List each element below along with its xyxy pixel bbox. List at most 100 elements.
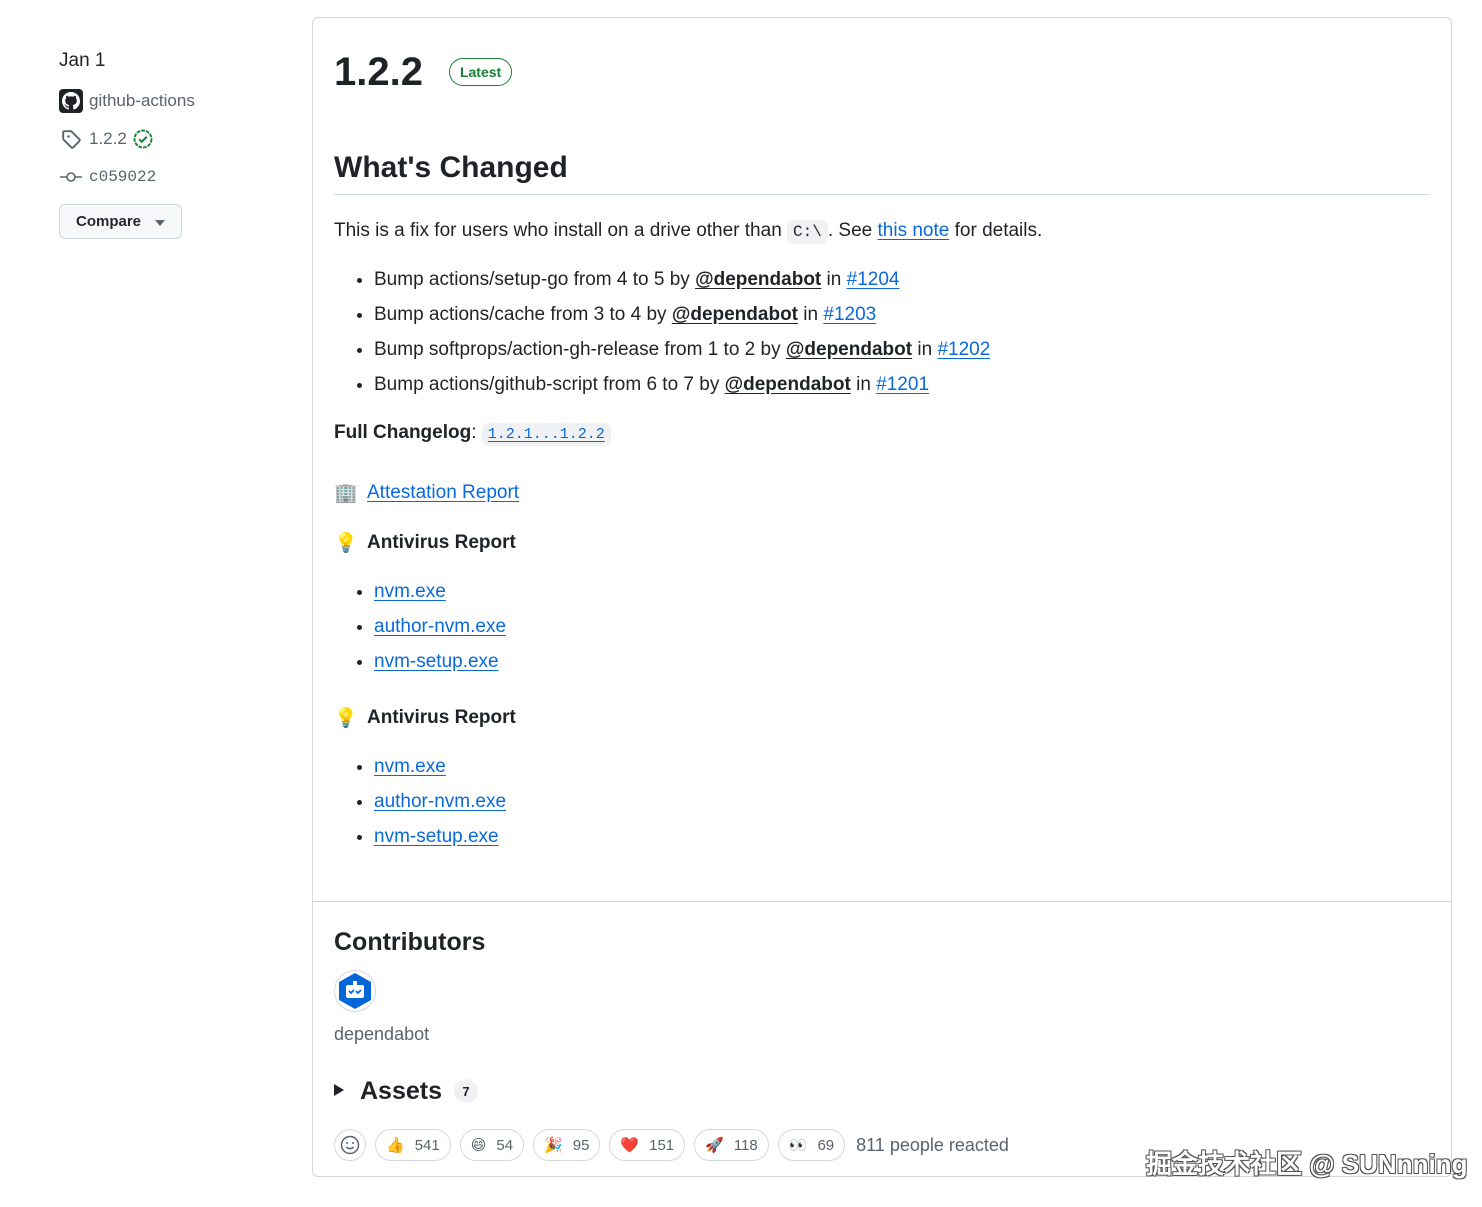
dependabot-icon: [339, 973, 371, 1009]
release-card: 1.2.2 Latest What's Changed This is a fi…: [312, 17, 1452, 1177]
in-text: in: [912, 339, 938, 360]
changelog-label: Full Changelog: [334, 422, 472, 443]
compare-label: Compare: [76, 213, 142, 230]
release-body: 1.2.2 Latest What's Changed This is a fi…: [313, 18, 1451, 902]
compare-button[interactable]: Compare: [59, 204, 183, 239]
assets-count-badge: 7: [454, 1079, 478, 1103]
tag-icon: [59, 127, 83, 151]
release-footer: Contributors dependabot Assets 7 👍541 �: [313, 902, 1451, 1162]
reaction-rocket[interactable]: 🚀 118: [694, 1129, 769, 1161]
user-link[interactable]: @dependabot: [695, 269, 821, 290]
attestation-line: 🏢 Attestation Report: [334, 478, 1430, 508]
pr-link[interactable]: #1203: [823, 304, 876, 325]
release-title[interactable]: 1.2.2: [334, 50, 423, 95]
reaction-count: 95: [572, 1136, 590, 1154]
release-header: 1.2.2 Latest: [334, 44, 1430, 100]
reaction-eyes[interactable]: 👀 69: [777, 1129, 846, 1161]
contributor-name[interactable]: dependabot: [334, 1022, 1430, 1046]
release-date: Jan 1: [59, 50, 106, 71]
release-sidebar: Jan 1 github-actions 1.2.2 c059022 Compa…: [59, 48, 289, 239]
in-text: in: [821, 269, 847, 290]
reaction-count: 54: [496, 1136, 514, 1154]
contributors-heading: Contributors: [334, 928, 486, 956]
list-item: nvm-setup.exe: [374, 823, 1430, 858]
laugh-icon: 😄: [470, 1137, 487, 1154]
pr-link[interactable]: #1202: [937, 339, 990, 360]
file-link[interactable]: author-nvm.exe: [374, 616, 506, 637]
add-reaction-button[interactable]: [334, 1129, 366, 1161]
this-note-link[interactable]: this note: [878, 220, 950, 241]
party-popper-icon: 🎉: [544, 1137, 563, 1154]
list-item: Bump actions/github-script from 6 to 7 b…: [374, 371, 1430, 406]
antivirus-label: Antivirus Report: [367, 532, 516, 553]
reaction-count: 151: [649, 1136, 675, 1154]
user-link[interactable]: @dependabot: [725, 374, 851, 395]
list-item: author-nvm.exe: [374, 788, 1430, 823]
antivirus-heading: 💡 Antivirus Report: [334, 703, 1430, 733]
file-link[interactable]: nvm-setup.exe: [374, 826, 499, 847]
list-item: nvm.exe: [374, 753, 1430, 788]
triangle-right-icon: [334, 1083, 344, 1099]
assets-toggle[interactable]: Assets 7: [334, 1074, 1430, 1108]
user-link[interactable]: @dependabot: [786, 339, 912, 360]
list-item: Bump actions/setup-go from 4 to 5 by @de…: [374, 266, 1430, 301]
reaction-heart[interactable]: ❤️ 151: [609, 1129, 686, 1161]
list-item: nvm-setup.exe: [374, 648, 1430, 683]
antivirus-file-list: nvm.exe author-nvm.exe nvm-setup.exe: [334, 753, 1430, 858]
antivirus-label: Antivirus Report: [367, 707, 516, 728]
list-item: nvm.exe: [374, 578, 1430, 613]
changelog-separator: :: [471, 422, 482, 443]
in-text: in: [798, 304, 824, 325]
author-name: github-actions: [89, 91, 195, 110]
thumbs-up-icon: 👍: [386, 1137, 405, 1154]
file-link[interactable]: nvm-setup.exe: [374, 651, 499, 672]
commit-row[interactable]: c059022: [59, 164, 289, 190]
author-row[interactable]: github-actions: [59, 88, 289, 114]
verified-check-icon: [131, 127, 155, 151]
reactions-summary[interactable]: 811 people reacted: [856, 1135, 1009, 1156]
reaction-hooray[interactable]: 🎉 95: [533, 1129, 601, 1161]
tag-row[interactable]: 1.2.2: [59, 126, 289, 152]
reaction-count: 541: [414, 1136, 440, 1154]
file-link[interactable]: nvm.exe: [374, 581, 446, 602]
intro-text: . See: [827, 220, 878, 241]
rocket-icon: 🚀: [705, 1137, 724, 1154]
office-building-icon: 🏢: [334, 483, 358, 504]
pr-link[interactable]: #1201: [876, 374, 929, 395]
light-bulb-icon: 💡: [334, 533, 358, 554]
user-link[interactable]: @dependabot: [672, 304, 798, 325]
heart-icon: ❤️: [620, 1137, 640, 1154]
reaction-count: 69: [817, 1136, 835, 1154]
pr-link[interactable]: #1204: [847, 269, 900, 290]
latest-badge: Latest: [448, 58, 513, 86]
reaction-laugh[interactable]: 😄 54: [459, 1129, 525, 1161]
tag-name: 1.2.2: [89, 129, 127, 148]
caret-down-icon: [155, 213, 166, 230]
in-text: in: [850, 374, 877, 395]
github-avatar-icon: [59, 89, 83, 113]
list-item: Bump actions/cache from 3 to 4 by @depen…: [374, 301, 1430, 336]
list-item: author-nvm.exe: [374, 613, 1430, 648]
dependabot-avatar[interactable]: [334, 970, 376, 1012]
commit-icon: [59, 165, 83, 189]
change-text: Bump actions/github-script from 6 to 7 b…: [374, 374, 725, 395]
antivirus-heading: 💡 Antivirus Report: [334, 528, 1430, 558]
intro-paragraph: This is a fix for users who install on a…: [334, 217, 1430, 246]
eyes-icon: 👀: [788, 1137, 808, 1154]
change-text: Bump actions/setup-go from 4 to 5 by: [374, 269, 696, 290]
changelog-link[interactable]: 1.2.1...1.2.2: [481, 422, 611, 446]
drive-code: C:\: [787, 220, 828, 244]
list-item: Bump softprops/action-gh-release from 1 …: [374, 336, 1430, 371]
file-link[interactable]: nvm.exe: [374, 756, 446, 777]
intro-text: This is a fix for users who install on a…: [334, 220, 788, 241]
watermark: 掘金技术社区 @ SUNnning: [1146, 1149, 1468, 1179]
assets-label: Assets: [360, 1076, 442, 1105]
attestation-report-link[interactable]: Attestation Report: [367, 482, 519, 504]
whats-changed-heading: What's Changed: [334, 150, 1430, 195]
reaction-thumbs-up[interactable]: 👍 541: [375, 1129, 451, 1161]
changes-list: Bump actions/setup-go from 4 to 5 by @de…: [334, 266, 1430, 406]
file-link[interactable]: author-nvm.exe: [374, 791, 506, 812]
intro-text: for details.: [949, 220, 1043, 241]
changelog-range: 1.2.1...1.2.2: [481, 423, 611, 446]
full-changelog: Full Changelog: 1.2.1...1.2.2: [334, 418, 1430, 448]
